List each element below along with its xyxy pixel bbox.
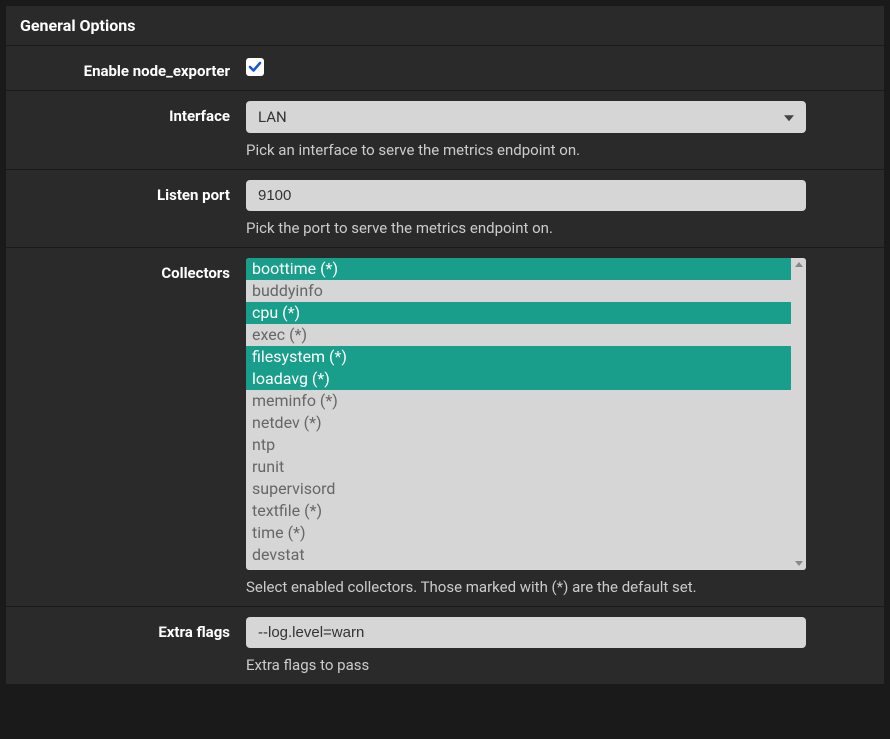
collectors-row: Collectors boottime (*)buddyinfocpu (*)e…: [6, 247, 884, 606]
general-options-panel: General Options Enable node_exporter Int…: [6, 6, 884, 684]
collectors-multiselect[interactable]: boottime (*)buddyinfocpu (*)exec (*)file…: [246, 258, 806, 570]
collector-option[interactable]: loadavg (*): [246, 368, 791, 390]
listen-port-help: Pick the port to serve the metrics endpo…: [246, 219, 868, 237]
collector-option[interactable]: boottime (*): [246, 258, 791, 280]
interface-row: Interface LAN Pick an interface to serve…: [6, 90, 884, 169]
enable-checkbox[interactable]: [246, 58, 264, 76]
collector-option[interactable]: exec (*): [246, 324, 791, 346]
interface-label: Interface: [6, 101, 246, 159]
collectors-help: Select enabled collectors. Those marked …: [246, 578, 868, 596]
collectors-label: Collectors: [6, 258, 246, 596]
extra-flags-row: Extra flags Extra flags to pass: [6, 606, 884, 684]
interface-select[interactable]: LAN: [246, 101, 806, 133]
collector-option[interactable]: buddyinfo: [246, 280, 791, 302]
interface-help: Pick an interface to serve the metrics e…: [246, 141, 868, 159]
check-icon: [247, 59, 263, 75]
panel-title: General Options: [6, 6, 884, 45]
collector-option[interactable]: time (*): [246, 522, 791, 544]
collector-option[interactable]: supervisord: [246, 478, 791, 500]
listen-port-label: Listen port: [6, 180, 246, 237]
extra-flags-help: Extra flags to pass: [246, 656, 868, 674]
collector-option[interactable]: filesystem (*): [246, 346, 791, 368]
interface-value: LAN: [258, 108, 287, 126]
collector-option[interactable]: runit: [246, 456, 791, 478]
collector-option[interactable]: netdev (*): [246, 412, 791, 434]
collector-option[interactable]: cpu (*): [246, 302, 791, 324]
scrollbar[interactable]: [791, 258, 806, 570]
enable-row: Enable node_exporter: [6, 45, 884, 90]
listen-port-input[interactable]: [246, 180, 806, 211]
collector-option[interactable]: textfile (*): [246, 500, 791, 522]
collector-option[interactable]: devstat: [246, 544, 791, 566]
collector-option[interactable]: ntp: [246, 434, 791, 456]
extra-flags-input[interactable]: [246, 617, 806, 648]
extra-flags-label: Extra flags: [6, 617, 246, 674]
listen-port-row: Listen port Pick the port to serve the m…: [6, 169, 884, 247]
collector-option[interactable]: meminfo (*): [246, 390, 791, 412]
enable-label: Enable node_exporter: [6, 56, 246, 80]
